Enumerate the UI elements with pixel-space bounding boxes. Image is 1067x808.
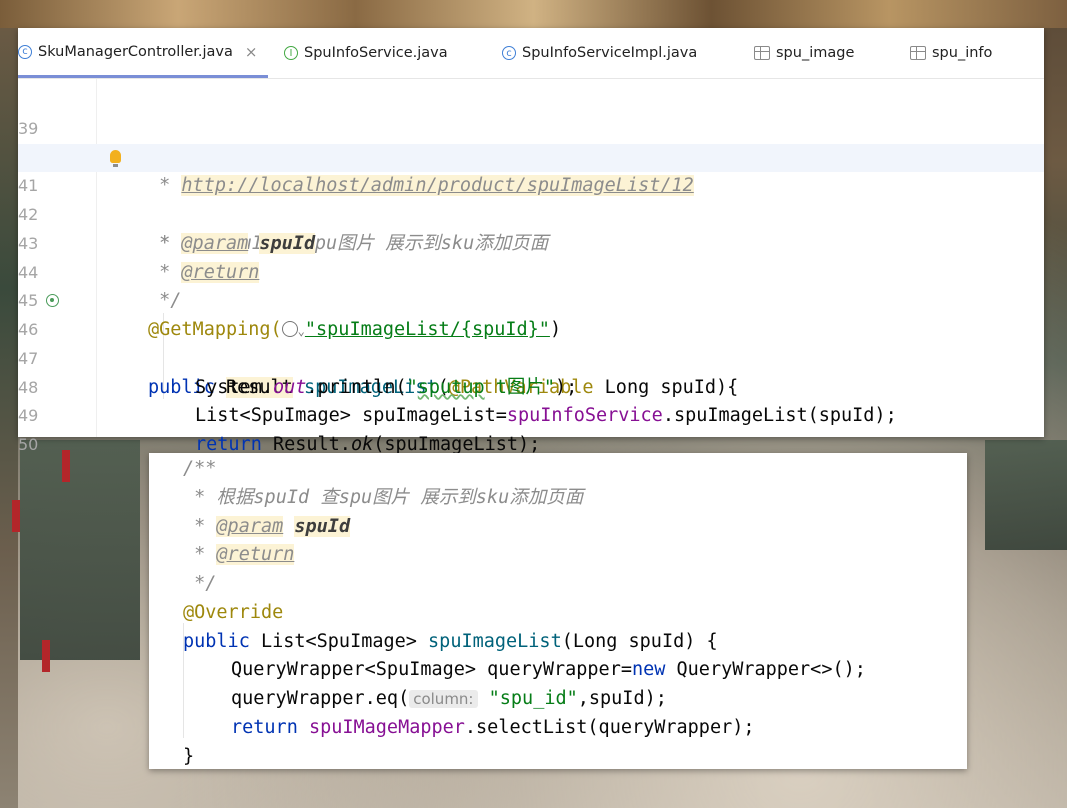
tab-label: SpuInfoServiceImpl.java <box>522 45 698 61</box>
code-line: } <box>149 743 1067 772</box>
code-line: 40 * http://localhost/admin/product/spuI… <box>18 115 1044 197</box>
keyword: new <box>631 659 666 681</box>
code-line: public List<SpuImage> spuImageList(Long … <box>149 628 1067 657</box>
lightbulb-icon[interactable] <box>110 149 121 167</box>
string-literal: "spu_id" <box>488 688 578 709</box>
class-icon: c <box>18 44 32 59</box>
background-banner <box>0 0 1067 28</box>
code-line: /** <box>149 455 1067 484</box>
tab-label: SpuInfoService.java <box>304 45 448 61</box>
editor-tab-bar: c SkuManagerController.java × I SpuInfoS… <box>18 28 1044 79</box>
method-name: spuImageList <box>428 630 562 652</box>
code-text: QueryWrapper<>(); <box>665 659 866 681</box>
tab-label: SkuManagerController.java <box>38 43 233 60</box>
javadoc-tag: @param <box>216 515 284 537</box>
background-left-edge <box>0 28 18 808</box>
code-line: * @param spuId <box>149 513 1067 542</box>
javadoc-tag: @return <box>216 544 295 566</box>
code-text: QueryWrapper<SpuImage> queryWrapper= <box>231 659 632 681</box>
annotation: @Override <box>183 601 284 623</box>
keyword: public <box>183 630 261 652</box>
code-line: 44 */ <box>18 230 1044 312</box>
comment-text: * <box>183 544 217 566</box>
code-text: queryWrapper.eq( <box>231 688 410 709</box>
tab-spu-info[interactable]: spu_info <box>910 28 992 78</box>
code-line: 46 public Result spuImageList(@PathVaria… <box>18 287 1044 398</box>
keyword: return <box>231 716 309 738</box>
class-icon: c <box>502 46 516 60</box>
field-reference: spuIMageMapper <box>308 716 465 738</box>
code-line: */ <box>149 570 1067 599</box>
code-line: queryWrapper.eq(column: "spu_id",spuId); <box>149 685 1067 714</box>
code-text: ,spuId); <box>577 688 667 709</box>
interface-icon: I <box>284 46 298 60</box>
type-name: List<SpuImage> <box>260 630 429 652</box>
parameter-hint: column: <box>409 690 478 708</box>
tab-label: spu_info <box>932 45 993 61</box>
code-editor-window: c SkuManagerController.java × I SpuInfoS… <box>18 28 1044 484</box>
code-text: Result. <box>272 434 351 455</box>
endpoint-gutter-icon[interactable] <box>46 294 59 308</box>
code-line: 43 * @return <box>18 201 1044 283</box>
line-number: 50 <box>18 435 39 454</box>
code-line: 42 * @param spuId <box>18 172 1044 254</box>
comment-text: /** <box>183 458 217 479</box>
code-area[interactable]: 39 /** 40 * http://localhost/admin/produ… <box>18 86 1044 484</box>
code-line: * 根据spuId 查spu图片 展示到sku添加页面 <box>149 484 1067 513</box>
code-line: 47 System.out.println("sputup t图片"); <box>18 316 1044 398</box>
tab-spu-image[interactable]: spu_image <box>754 28 854 78</box>
tab-spu-info-service[interactable]: I SpuInfoService.java <box>284 28 448 78</box>
keyword: return <box>195 434 273 455</box>
code-line: return spuIMageMapper.selectList(queryWr… <box>149 714 1067 743</box>
code-text: (Long spuId) { <box>561 630 718 652</box>
code-line: * @return <box>149 541 1067 570</box>
tab-label: spu_image <box>776 45 855 61</box>
code-text: (spuImageList); <box>373 434 541 455</box>
snippet-code-area: /** * 根据spuId 查spu图片 展示到sku添加页面 * @param… <box>149 455 1067 771</box>
code-line: 45 @GetMapping(⌄"spuImageList/{spuId}") <box>18 259 1044 340</box>
tab-spu-info-service-impl[interactable]: c SpuInfoServiceImpl.java <box>502 28 697 78</box>
comment-text: */ <box>183 573 217 594</box>
code-line: QueryWrapper<SpuImage> queryWrapper=new … <box>149 656 1067 685</box>
code-line-current: 41 * 根据spuId 查spu图片 展示到sku添加页面 <box>18 143 1044 254</box>
code-line: 48 List<SpuImage> spuImageList=spuInfoSe… <box>18 345 1044 427</box>
code-snippet-screenshot: /** * 根据spuId 查spu图片 展示到sku添加页面 * @param… <box>149 453 967 769</box>
static-method: ok <box>350 434 374 455</box>
table-icon <box>754 46 770 60</box>
code-line: @Override <box>149 599 1067 628</box>
tab-sku-manager-controller[interactable]: c SkuManagerController.java × <box>18 28 268 78</box>
javadoc-param-name: spuId <box>294 515 351 537</box>
table-icon <box>910 46 926 60</box>
code-text: } <box>183 745 195 767</box>
comment-text: * <box>183 515 217 537</box>
code-line: 39 /** <box>18 86 1044 168</box>
code-line: 49 return Result.ok(spuImageList); <box>18 374 1044 455</box>
code-line: 50 } <box>18 402 1044 484</box>
comment-text: * 根据spuId 查spu图片 展示到sku添加页面 <box>183 486 584 508</box>
code-text: .selectList(queryWrapper); <box>464 716 755 738</box>
close-icon[interactable]: × <box>245 43 258 61</box>
background-flag <box>42 640 50 672</box>
